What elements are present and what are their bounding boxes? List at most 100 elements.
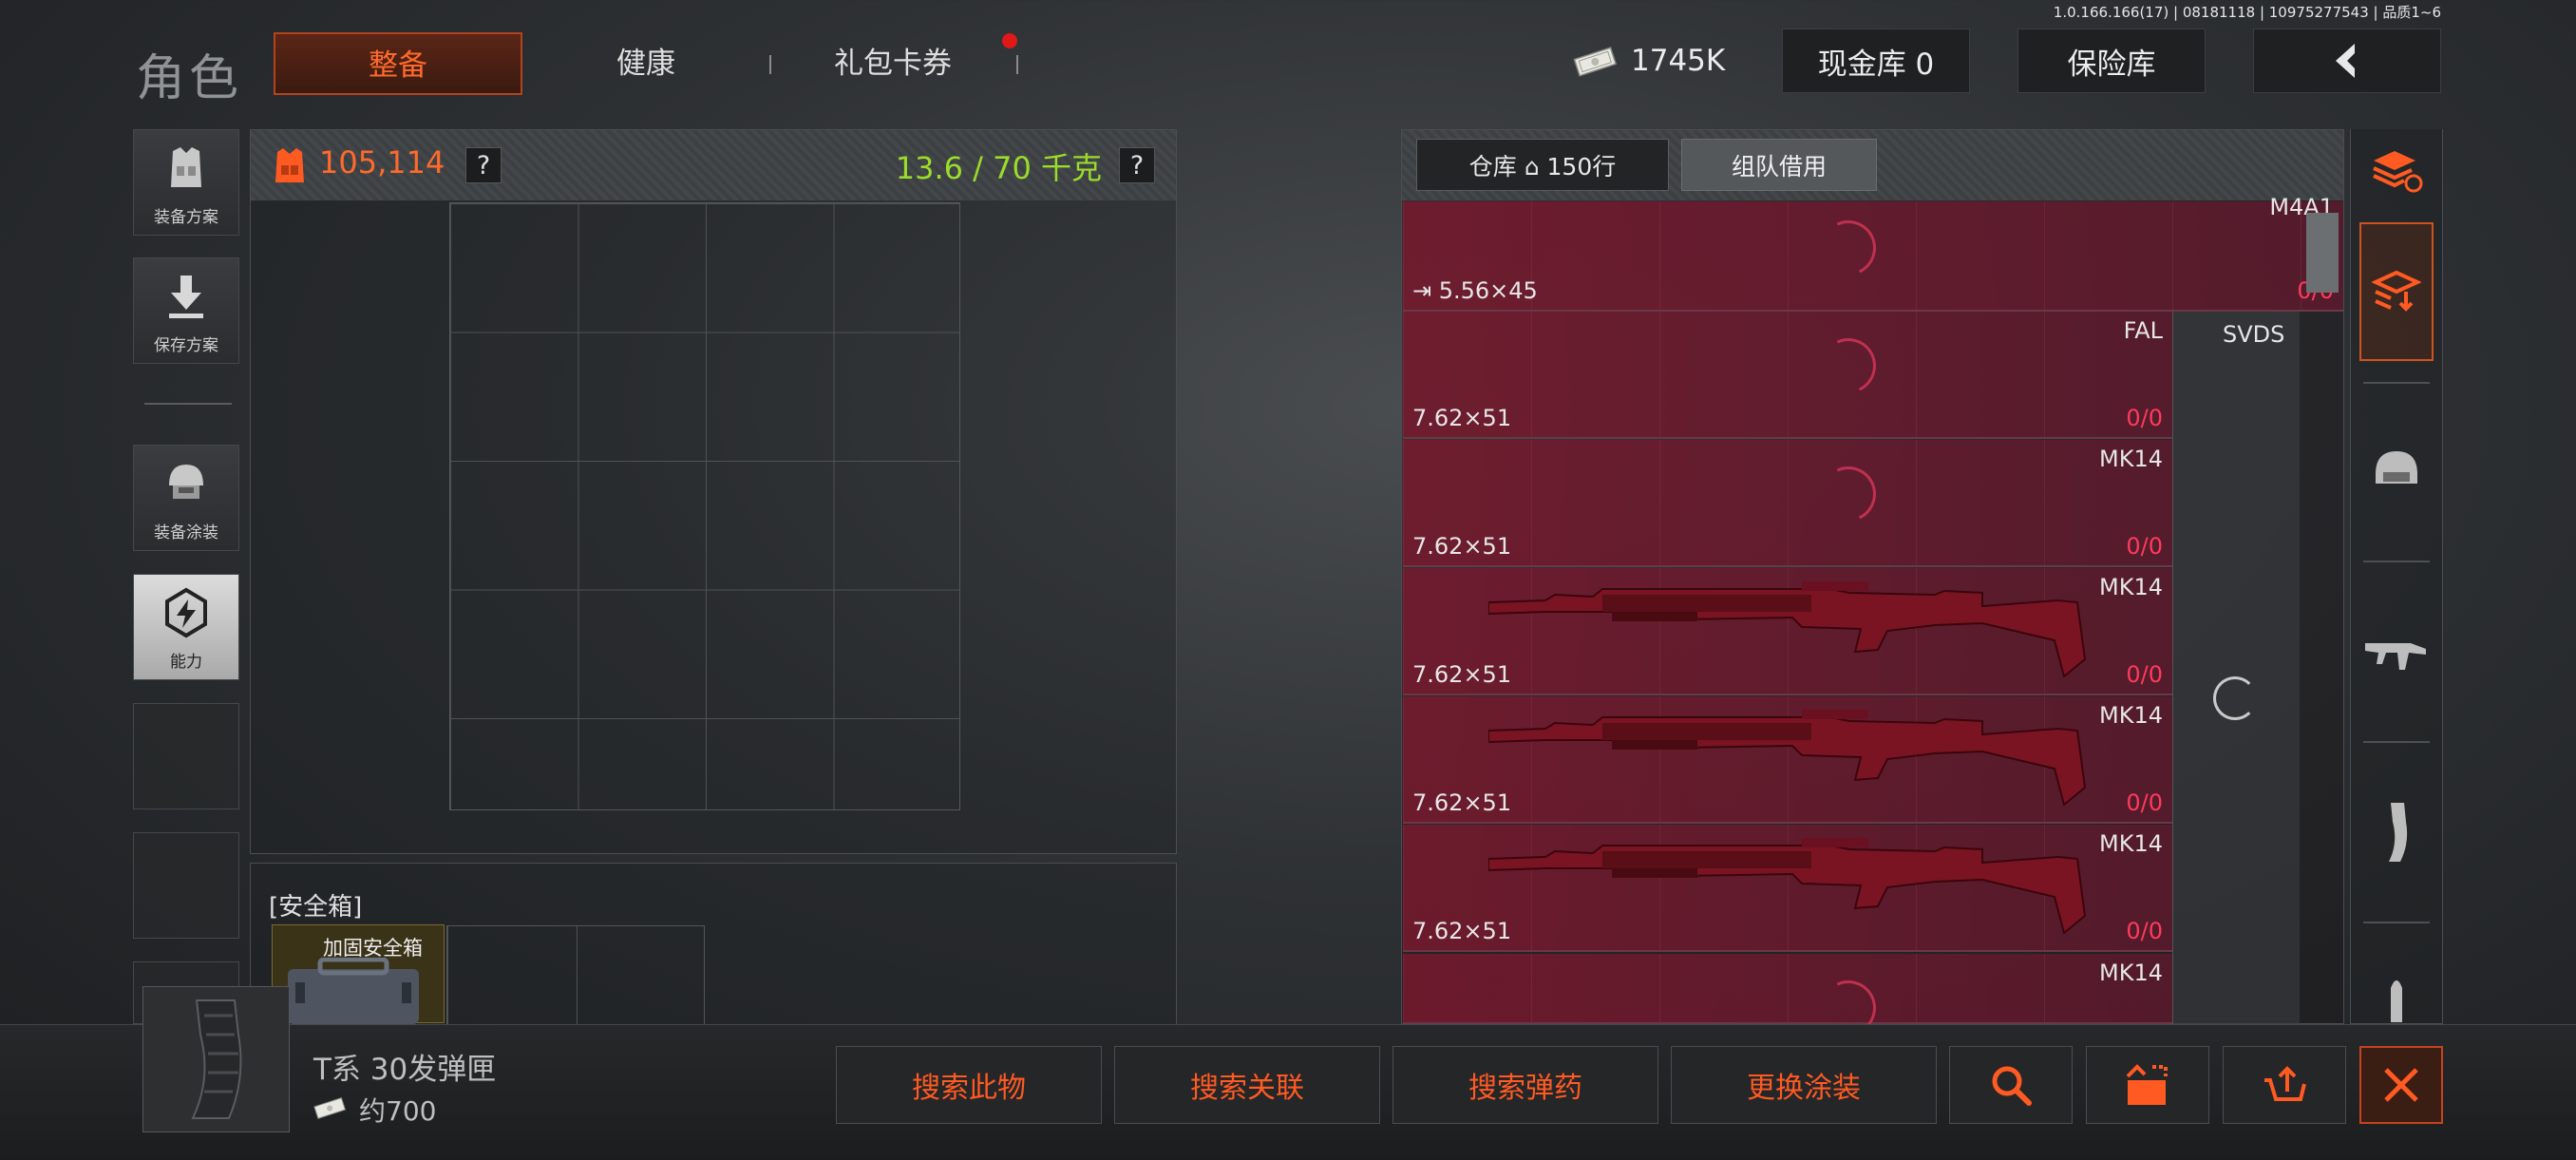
- warehouse-scrollbar[interactable]: [2306, 213, 2339, 293]
- rifle-icon: [1488, 710, 2087, 807]
- move-to-storage-button[interactable]: [2086, 1046, 2209, 1124]
- loading-spinner: [2213, 676, 2257, 720]
- safe-case-icon: [288, 958, 419, 1024]
- ammo-icon: [2391, 980, 2402, 1022]
- tab-divider: [1016, 55, 1018, 74]
- item-count: 0/0: [2126, 789, 2163, 816]
- close-button[interactable]: [2359, 1046, 2443, 1124]
- item-name: MK14: [2099, 702, 2163, 729]
- rifle-icon: [2365, 643, 2426, 670]
- category-backpack-import[interactable]: [2359, 222, 2434, 361]
- tab-gift-vouchers[interactable]: 礼包卡券: [807, 32, 978, 95]
- search-button[interactable]: [1949, 1046, 2073, 1124]
- equipment-plan-label: 装备方案: [154, 208, 218, 227]
- selected-item-thumbnail[interactable]: [142, 986, 290, 1132]
- warehouse-item-row[interactable]: MK14: [1403, 954, 2172, 1044]
- category-divider: [2363, 922, 2430, 923]
- warehouse-item-row[interactable]: 7.62×51 MK14 0/0: [1403, 568, 2172, 695]
- page-title: 角色: [136, 50, 243, 107]
- ability-icon: [165, 587, 207, 638]
- ammo-caliber: 7.62×51: [1412, 533, 1512, 560]
- ammo-caliber: 7.62×51: [1412, 918, 1512, 944]
- tab-storage[interactable]: 仓库 ⌂ 150行: [1416, 139, 1669, 191]
- ammo-caliber: 7.62×51: [1412, 405, 1512, 431]
- version-label: 1.0.166.166(17) | 08181118 | 10975277543…: [2053, 4, 2441, 21]
- warehouse-item-row[interactable]: ⇥ 5.56×45M4A10/0: [1403, 194, 2343, 312]
- item-count: 0/0: [2126, 533, 2163, 560]
- item-count: 0/0: [2126, 405, 2163, 431]
- back-button[interactable]: [2253, 29, 2441, 93]
- ammo-caliber: ⇥ 5.56×45: [1412, 277, 1538, 304]
- warehouse-item-row[interactable]: 7.62×51 FAL 0/0: [1403, 312, 2172, 439]
- item-name: MK14: [2099, 830, 2163, 857]
- loading-spinner: [1812, 330, 1885, 402]
- category-divider: [2363, 382, 2430, 384]
- magazine-icon: [2389, 803, 2408, 862]
- tab-divider: [769, 55, 771, 74]
- safe-box-grid[interactable]: [446, 925, 705, 1024]
- category-divider: [2363, 561, 2430, 562]
- cash-vault-button[interactable]: 现金库 0: [1782, 29, 1970, 93]
- backpack-value-icon: [275, 148, 304, 182]
- money-amount: 1745K: [1631, 44, 1726, 78]
- ammo-caliber: 7.62×51: [1412, 789, 1512, 816]
- category-divider: [2363, 741, 2430, 743]
- close-icon: [2384, 1068, 2418, 1102]
- download-icon: [169, 276, 203, 318]
- value-help-button[interactable]: ?: [465, 147, 502, 183]
- backpack-import-icon: [2372, 270, 2421, 312]
- backpack-grid[interactable]: [449, 202, 960, 810]
- empty-slot[interactable]: [133, 703, 239, 809]
- category-rifle[interactable]: [2359, 604, 2434, 699]
- ability-button[interactable]: 能力: [133, 574, 239, 680]
- category-helmet[interactable]: [2359, 422, 2434, 517]
- sell-button[interactable]: [2223, 1046, 2346, 1124]
- rifle-icon: [1488, 838, 2087, 935]
- search-this-item-button[interactable]: 搜索此物: [836, 1046, 1102, 1124]
- left-menu-divider: [144, 403, 232, 405]
- search-ammo-button[interactable]: 搜索弹药: [1392, 1046, 1658, 1124]
- category-magazine[interactable]: [2359, 785, 2434, 880]
- backpack-weight: 13.6 / 70 千克: [895, 150, 1102, 186]
- search-related-button[interactable]: 搜索关联: [1114, 1046, 1380, 1124]
- item-count: 0/0: [2126, 918, 2163, 944]
- save-plan-button[interactable]: 保存方案: [133, 257, 239, 364]
- side-item-name: SVDS: [2223, 321, 2285, 348]
- warehouse-side-column[interactable]: [2172, 312, 2300, 1024]
- item-name: FAL: [2123, 317, 2163, 344]
- money-display: 1745K: [1572, 29, 1735, 93]
- weight-help-button[interactable]: ?: [1119, 147, 1155, 183]
- category-ammo[interactable]: [2359, 969, 2434, 1022]
- helmet-icon: [169, 465, 203, 499]
- cart-upload-icon: [2264, 1066, 2306, 1101]
- backpack-value: 105,114: [319, 144, 445, 181]
- search-icon: [1992, 1066, 2032, 1106]
- item-name: MK14: [2099, 574, 2163, 600]
- warehouse-item-row[interactable]: 7.62×51 MK14 0/0: [1403, 696, 2172, 824]
- banknote-icon: [1573, 47, 1618, 77]
- empty-slot[interactable]: [133, 832, 239, 939]
- equipment-skin-button[interactable]: 装备涂装: [133, 445, 239, 551]
- selected-item-name: T系 30发弹匣: [313, 1053, 497, 1087]
- ammo-caliber: 7.62×51: [1412, 661, 1512, 688]
- storage-box-icon: [2126, 1064, 2168, 1105]
- category-sort[interactable]: [2359, 124, 2434, 219]
- tab-health[interactable]: 健康: [570, 32, 722, 95]
- save-plan-label: 保存方案: [154, 336, 218, 355]
- banknote-icon: [313, 1097, 346, 1119]
- item-name: MK14: [2099, 960, 2163, 986]
- back-arrow-icon: [2336, 44, 2355, 78]
- loading-spinner: [1812, 458, 1885, 530]
- change-skin-button[interactable]: 更换涂装: [1671, 1046, 1937, 1124]
- selected-item-price: 约700: [359, 1095, 437, 1127]
- insurance-vault-button[interactable]: 保险库: [2017, 29, 2206, 93]
- item-name: MK14: [2099, 446, 2163, 472]
- helmet-icon: [2376, 451, 2417, 484]
- safe-box-slot-label: 加固安全箱: [323, 937, 423, 960]
- equipment-plan-button[interactable]: 装备方案: [133, 129, 239, 236]
- vest-icon: [171, 147, 201, 187]
- warehouse-item-row[interactable]: 7.62×51 MK14 0/0: [1403, 440, 2172, 567]
- tab-team-borrow[interactable]: 组队借用: [1681, 139, 1877, 191]
- tab-equip[interactable]: 整备: [274, 32, 522, 95]
- warehouse-item-row[interactable]: 7.62×51 MK14 0/0: [1403, 825, 2172, 952]
